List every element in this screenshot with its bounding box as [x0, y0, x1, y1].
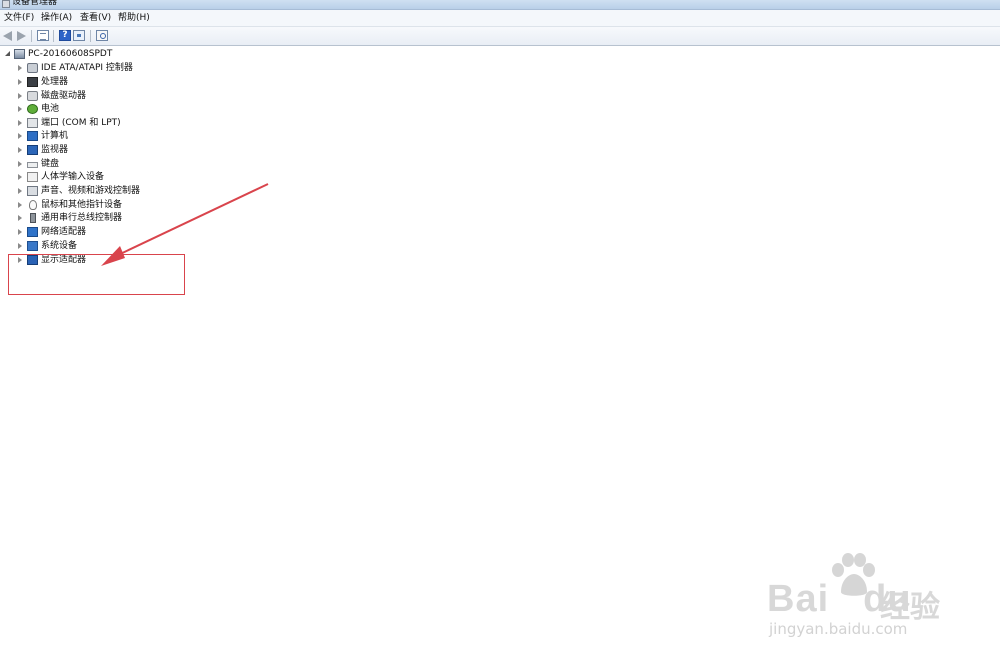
watermark-url: jingyan.baidu.com [769, 620, 908, 638]
baidu-jingyan-watermark: Bai du 经验 jingyan.baidu.com [765, 552, 965, 642]
